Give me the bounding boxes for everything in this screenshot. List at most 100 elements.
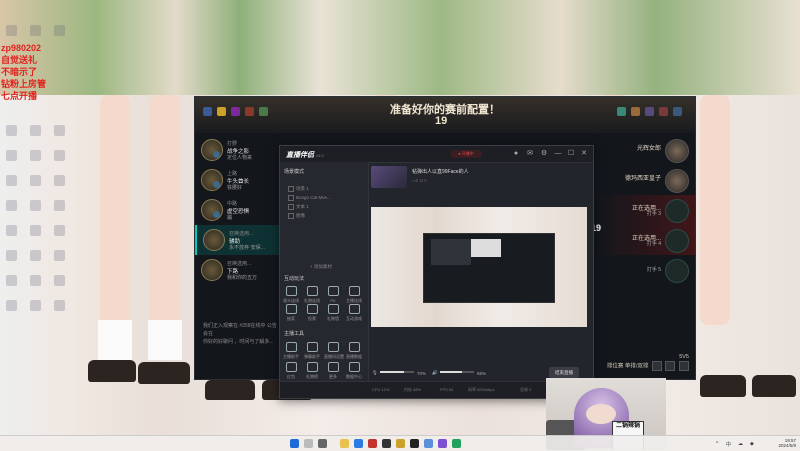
enemy-champion: 德玛西亚皇子 [624,176,661,182]
avatar-icon[interactable]: ● [512,150,520,158]
live-status-badge[interactable]: ● 开播中 [450,150,482,158]
add-source-button[interactable]: + 添加素材 [310,264,332,270]
task-view-icon[interactable] [318,439,327,448]
clock[interactable]: 19:57 2024/5/8 [778,438,796,448]
overlay-line: zp980202 [1,43,42,53]
feature-icon [285,304,297,314]
wechat-icon[interactable] [452,439,461,448]
scene-actions[interactable]: ♪ ⊙ ☐ ≡ [412,178,427,183]
mic-volume-value: 70% [417,371,427,376]
checkbox-icon [288,204,294,210]
champion-avatar [201,139,223,161]
interact-section-title: 互动玩法 [284,276,305,282]
interact-item[interactable]: 互动游戏 [345,304,363,322]
feature-icon [306,362,318,372]
feature-icon [306,304,318,314]
tool-item[interactable]: 主播助手 [282,342,300,360]
maximize-icon[interactable]: ☐ [567,150,575,158]
source-item[interactable]: 文本 1 [288,204,309,210]
message-icon[interactable]: ✉ [526,150,534,158]
tool-item[interactable]: 直播间设置 [324,342,344,360]
app-icon[interactable] [424,439,433,448]
enemy-slot: 光辉女郎 [595,135,695,165]
status-item: FPS 60 [440,387,454,392]
game-client-icon[interactable] [382,439,391,448]
ally-slot[interactable]: 上路 牛头酋长 铁腰好 [195,165,277,195]
game-mode: 5V5 [679,354,689,360]
feature-icon [285,342,297,352]
scene-mode-dropdown[interactable]: 场景模式 [284,168,304,175]
settings-icon[interactable] [665,361,676,371]
ally-position: 召唤选用... [227,261,252,267]
ally-name: 铁腰好 [227,185,243,191]
source-item[interactable]: 图像 [288,213,305,219]
chat-message: 我们正入观察在 #358在线中 公告会在 [203,323,277,337]
champion-avatar [203,229,225,251]
settings-icon[interactable]: ⚙ [540,150,548,158]
champion-avatar [665,139,689,163]
close-icon[interactable]: ✕ [580,150,588,158]
feature-icon [306,342,318,352]
status-item: 内存 48% [404,387,422,392]
interact-item[interactable]: 投票 [303,304,321,322]
interact-item[interactable]: PK [324,286,342,303]
system-volume-value: 65% [477,371,487,376]
explorer-icon[interactable] [340,439,349,448]
feature-icon [285,286,297,296]
ally-position: 中路 [227,201,238,207]
minimize-icon[interactable]: — [554,150,562,158]
champion-avatar [665,169,689,193]
source-item[interactable]: Bongo Cat Mve... [288,195,331,201]
overlay-line: 不暗示了 [1,67,38,77]
ally-slot[interactable]: 打野 战争之影 定位人物来 [195,135,277,165]
ally-slot[interactable]: 召唤选用... 下路 我和你的五万 [195,255,277,285]
start-icon[interactable] [290,439,299,448]
empty-avatar [665,229,689,253]
streamer-overlay-text: zp980202 自觉送礼 不暗示了 钻粉上房管 七点开播 [1,42,46,102]
end-stream-button[interactable]: 结束直播 [549,367,579,378]
chat-message: 你好的好聊问 ，时间与了解多... [203,339,274,345]
exit-icon[interactable] [679,361,689,371]
champ-select-timer: 19 [435,115,448,127]
tool-item[interactable]: 直播数据 [345,342,363,360]
mic-volume-slider[interactable] [380,371,414,373]
network-icon[interactable]: ☁ [738,441,743,447]
interact-item[interactable]: 抽奖 [282,304,300,322]
interact-item[interactable]: 观众连线 [282,286,300,304]
overlay-line: 钻粉上房管 [1,79,47,89]
lol-icon[interactable] [396,439,405,448]
tool-item[interactable]: 数据中心 [345,362,363,380]
interact-item[interactable]: 礼物墙 [324,304,342,322]
enemy-label: 打手 3 [646,211,661,217]
ally-slot-active[interactable]: 召唤选用... 辅助 永不放弃·安保... [195,225,279,255]
overlay-line: 自觉送礼 [1,55,38,65]
chat-toggle-icon[interactable] [651,361,662,371]
ally-slot[interactable]: 中路 虚空恐惧 蹦 [195,195,277,225]
tray-expand-icon[interactable]: ^ [716,441,718,447]
search-icon[interactable] [304,439,313,448]
stream-preview[interactable] [371,207,587,327]
input-method-icon[interactable]: 中 [726,441,731,448]
feature-icon [348,286,360,296]
app-icon[interactable] [368,439,377,448]
mic-icon[interactable]: 🎙 [372,370,378,376]
tool-item[interactable]: 礼物榜 [303,362,321,380]
champion-avatar [201,259,223,281]
tool-item[interactable]: 弹幕助手 [303,342,321,360]
interact-item[interactable]: 礼物连线 [303,286,321,304]
champ-select-chat[interactable]: 我们正入观察在 #358在线中 公告会在 你好的好聊问 ，时间与了解多... [203,322,281,346]
tool-item[interactable]: 更多 [324,362,342,380]
browser-icon[interactable] [354,439,363,448]
speaker-icon[interactable]: 🔊 [432,370,438,376]
scene-name: 帖弹出人以直99Face的人 [412,169,469,175]
interact-item[interactable]: 主播连线 [345,286,363,304]
streaming-app-icon[interactable] [410,439,419,448]
scene-thumbnail[interactable] [371,166,407,188]
status-item: 丢帧 0 [520,387,532,392]
source-item[interactable]: 场景 1 [288,186,309,192]
app-icon[interactable] [438,439,447,448]
system-volume-slider[interactable] [440,371,474,373]
feature-icon [306,286,318,296]
tool-item[interactable]: 红包 [282,362,300,380]
volume-icon[interactable]: ◆ [750,441,754,447]
